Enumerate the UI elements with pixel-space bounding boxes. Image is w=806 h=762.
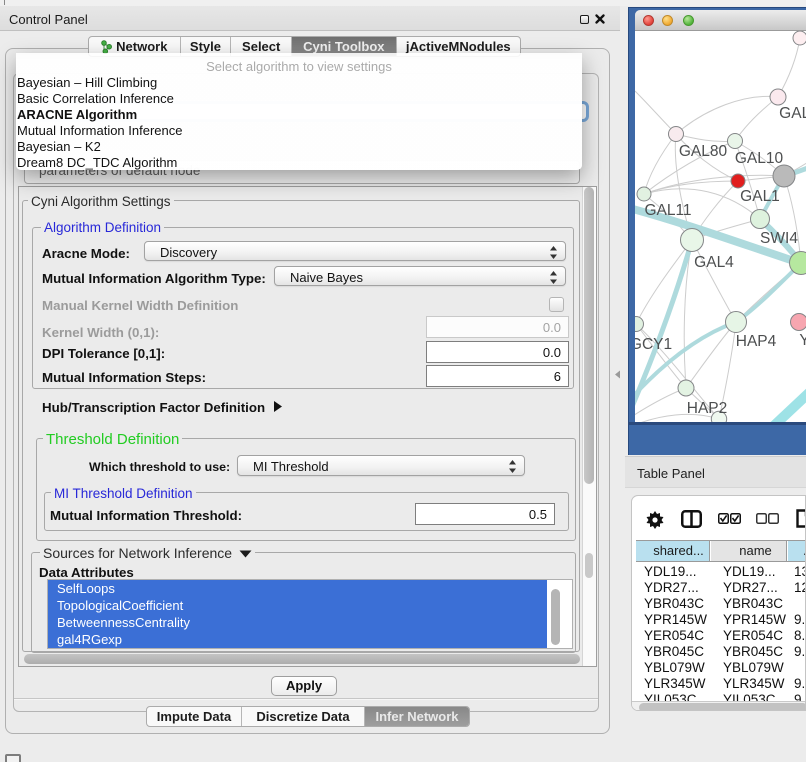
svg-text:GAL4: GAL4 xyxy=(694,254,734,271)
svg-text:GAL10: GAL10 xyxy=(735,150,784,167)
svg-text:HAP2: HAP2 xyxy=(687,400,728,417)
svg-text:GAL80: GAL80 xyxy=(679,143,728,160)
svg-text:HAP4: HAP4 xyxy=(736,333,777,350)
svg-text:GCY1: GCY1 xyxy=(635,336,672,353)
svg-text:GAL11: GAL11 xyxy=(644,202,691,219)
svg-text:YM: YM xyxy=(799,332,806,349)
svg-text:GAL7: GAL7 xyxy=(779,105,806,122)
svg-text:GAL1: GAL1 xyxy=(740,188,780,205)
svg-text:SWI4: SWI4 xyxy=(760,230,798,247)
